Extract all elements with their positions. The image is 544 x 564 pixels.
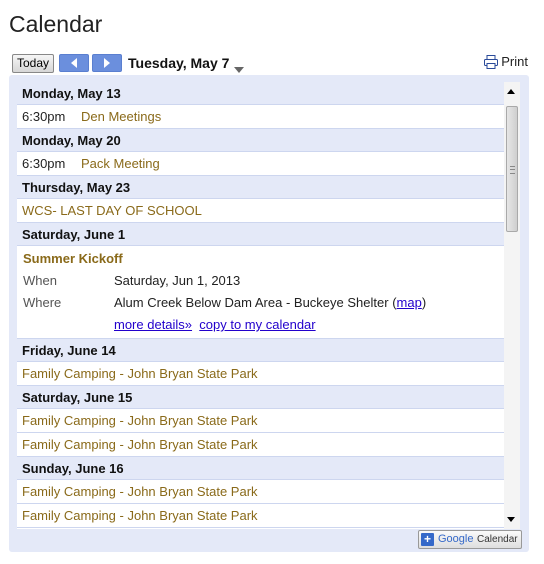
chevron-right-icon: [104, 58, 110, 68]
expanded-event-title[interactable]: Summer Kickoff: [23, 251, 504, 273]
grip-icon: [510, 166, 515, 174]
event-title[interactable]: Family Camping - John Bryan State Park: [22, 437, 258, 452]
more-details-link[interactable]: more details»: [114, 317, 192, 332]
next-button[interactable]: [92, 54, 122, 72]
event-time: 6:30pm: [22, 156, 66, 171]
event-title[interactable]: WCS- LAST DAY OF SCHOOL: [22, 203, 202, 218]
event-row[interactable]: Family Camping - John Bryan State Park: [17, 480, 504, 504]
page-title: Calendar: [9, 11, 103, 37]
map-paren-close: ): [421, 295, 427, 310]
event-row[interactable]: Family Camping - John Bryan State Park: [17, 362, 504, 386]
google-logo-text: Google: [438, 533, 474, 545]
event-row[interactable]: WCS- LAST DAY OF SCHOOL: [17, 199, 504, 223]
event-title[interactable]: Den Meetings: [81, 109, 161, 124]
scroll-thumb[interactable]: [506, 106, 518, 232]
date-header: Thursday, May 23: [17, 176, 504, 199]
event-title[interactable]: Family Camping - John Bryan State Park: [22, 508, 258, 523]
expanded-event: Summer Kickoff When Saturday, Jun 1, 201…: [17, 246, 504, 339]
event-row[interactable]: Family Camping - John Bryan State Park: [17, 504, 504, 528]
event-row[interactable]: 6:30pm Pack Meeting: [17, 152, 504, 176]
date-header: Sunday, June 16: [17, 457, 504, 480]
scroll-up-icon[interactable]: [507, 89, 515, 94]
date-header: Monday, May 20: [17, 129, 504, 152]
scroll-down-icon[interactable]: [507, 517, 515, 522]
agenda-list[interactable]: Monday, May 13 6:30pm Den Meetings Monday…: [17, 82, 504, 529]
agenda-panel: Monday, May 13 6:30pm Den Meetings Monday…: [9, 75, 529, 552]
event-title[interactable]: Family Camping - John Bryan State Park: [22, 366, 258, 381]
where-text: Alum Creek Below Dam Area - Buckeye Shel…: [114, 295, 389, 310]
chevron-down-icon: [234, 67, 244, 73]
where-value: Alum Creek Below Dam Area - Buckeye Shel…: [114, 295, 426, 310]
google-calendar-button[interactable]: + Google Calendar: [418, 530, 522, 549]
date-header: Saturday, June 15: [17, 386, 504, 409]
calendar-label: Calendar: [477, 534, 518, 545]
event-row[interactable]: 6:30pm Den Meetings: [17, 105, 504, 129]
toolbar: Today Tuesday, May 7 Print: [12, 53, 528, 73]
event-title[interactable]: Family Camping - John Bryan State Park: [22, 484, 258, 499]
plus-icon: +: [421, 533, 434, 546]
date-header: Monday, May 13: [17, 82, 504, 105]
event-title[interactable]: Family Camping - John Bryan State Park: [22, 413, 258, 428]
scrollbar[interactable]: [504, 82, 520, 529]
event-title[interactable]: Pack Meeting: [81, 156, 160, 171]
print-label: Print: [501, 54, 528, 69]
map-link[interactable]: map: [397, 295, 422, 310]
print-link[interactable]: Print: [484, 53, 528, 71]
today-button[interactable]: Today: [12, 54, 54, 73]
where-label: Where: [23, 295, 62, 310]
google-logo: Google: [438, 531, 473, 548]
chevron-left-icon: [71, 58, 77, 68]
date-header: Saturday, June 1: [17, 223, 504, 246]
current-date-label: Tuesday, May 7: [128, 55, 230, 71]
when-label: When: [23, 273, 57, 288]
event-time: 6:30pm: [22, 109, 66, 124]
date-header: Friday, June 14: [17, 339, 504, 362]
event-actions: more details» copy to my calendar: [114, 317, 316, 332]
previous-button[interactable]: [59, 54, 89, 72]
printer-icon: [484, 55, 499, 69]
copy-to-calendar-link[interactable]: copy to my calendar: [199, 317, 315, 332]
event-row[interactable]: Family Camping - John Bryan State Park: [17, 433, 504, 457]
when-value: Saturday, Jun 1, 2013: [114, 273, 241, 288]
event-row[interactable]: Family Camping - John Bryan State Park: [17, 409, 504, 433]
